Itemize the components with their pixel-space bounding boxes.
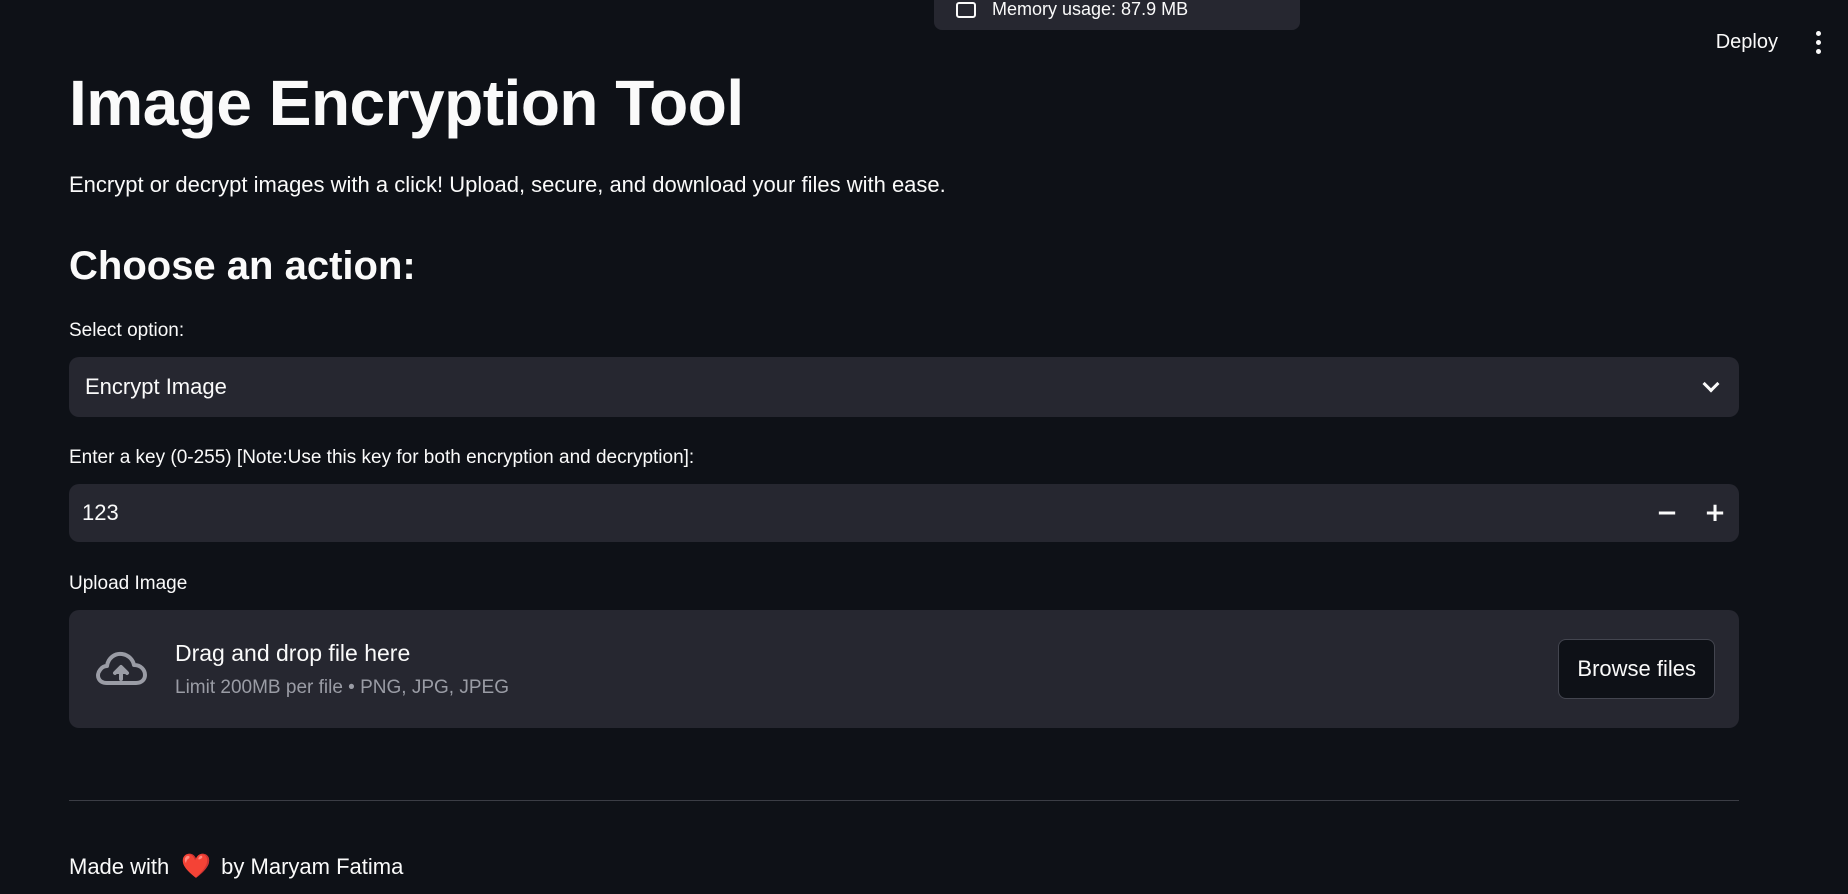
upload-label: Upload Image	[69, 573, 188, 594]
memory-icon	[956, 2, 976, 18]
footer: Made with ❤️ by Maryam Fatima	[69, 852, 403, 881]
file-dropzone[interactable]: Drag and drop file here Limit 200MB per …	[69, 610, 1739, 728]
browse-files-button[interactable]: Browse files	[1558, 639, 1715, 699]
page-subtitle: Encrypt or decrypt images with a click! …	[69, 172, 946, 197]
select-option-label: Select option:	[69, 320, 185, 341]
dropzone-instructions: Drag and drop file here Limit 200MB per …	[175, 640, 1558, 699]
key-number-input: − +	[69, 484, 1739, 542]
divider	[69, 800, 1739, 801]
top-toolbar: Deploy	[1710, 26, 1828, 58]
section-heading: Choose an action:	[69, 244, 416, 288]
cloud-upload-icon	[96, 651, 147, 685]
decrement-button[interactable]: −	[1643, 484, 1691, 542]
drag-drop-text: Drag and drop file here	[175, 639, 411, 666]
footer-prefix: Made with	[69, 853, 170, 879]
key-input-label: Enter a key (0-255) [Note:Use this key f…	[69, 447, 695, 468]
memory-usage-toast: Memory usage: 87.9 MB	[934, 0, 1300, 30]
kebab-menu-icon[interactable]	[1808, 26, 1828, 58]
heart-icon: ❤️	[181, 853, 212, 880]
chevron-down-icon	[1702, 375, 1720, 393]
increment-button[interactable]: +	[1691, 484, 1739, 542]
footer-author: by Maryam Fatima	[221, 853, 404, 879]
file-limit-text: Limit 200MB per file • PNG, JPG, JPEG	[175, 676, 509, 698]
key-input[interactable]	[69, 484, 1643, 542]
memory-usage-text: Memory usage: 87.9 MB	[992, 0, 1189, 19]
page-title: Image Encryption Tool	[69, 67, 744, 139]
action-select-value: Encrypt Image	[85, 374, 227, 399]
deploy-button[interactable]: Deploy	[1710, 27, 1784, 58]
action-select[interactable]: Encrypt Image	[69, 357, 1739, 417]
